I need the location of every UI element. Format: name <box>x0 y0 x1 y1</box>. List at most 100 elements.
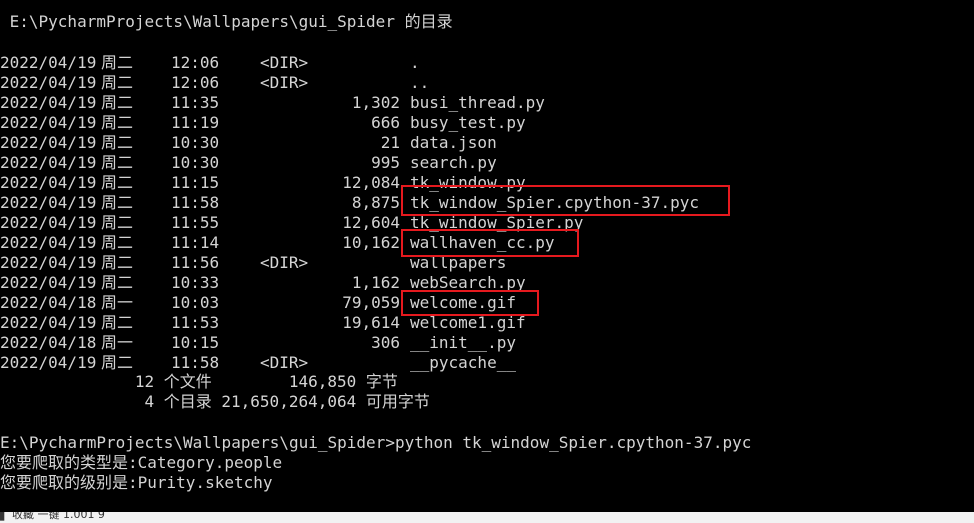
entry-time: 10:30 <box>171 133 220 152</box>
entry-size: 10,162 <box>342 233 400 252</box>
entry-size: 12,604 <box>342 213 400 232</box>
entry-name: webSearch.py <box>410 273 526 292</box>
listing-row: 2022/04/19 周二 11:53 19,614 welcome1.gif <box>0 313 974 333</box>
listing-row: 2022/04/19 周二 11:58 <DIR> __pycache__ <box>0 353 974 373</box>
entry-weekday: 周二 <box>101 193 134 212</box>
command-line[interactable]: E:\PycharmProjects\Wallpapers\gui_Spider… <box>0 433 751 453</box>
entry-dir-tag: <DIR> <box>260 53 309 72</box>
entry-weekday: 周二 <box>101 233 134 252</box>
entry-name: search.py <box>410 153 497 172</box>
entry-date: 2022/04/19 <box>0 213 97 232</box>
entry-name: .. <box>410 73 430 92</box>
entry-date: 2022/04/19 <box>0 173 97 192</box>
listing-row: 2022/04/19 周二 11:56 <DIR> wallpapers <box>0 253 974 273</box>
entry-name: data.json <box>410 133 497 152</box>
command-prompt-console[interactable]: E:\PycharmProjects\Wallpapers\gui_Spider… <box>0 0 974 512</box>
entry-size: 12,084 <box>342 173 400 192</box>
entry-time: 11:15 <box>171 173 220 192</box>
listing-row: 2022/04/19 周二 11:35 1,302 busi_thread.py <box>0 93 974 113</box>
entry-size: 1,302 <box>351 93 400 112</box>
entry-weekday: 周二 <box>101 313 134 332</box>
entry-name: welcome.gif <box>410 293 516 312</box>
listing-row: 2022/04/19 周二 12:06 <DIR>. <box>0 53 974 73</box>
entry-name: busi_thread.py <box>410 93 545 112</box>
entry-time: 11:53 <box>171 313 220 332</box>
entry-name: wallpapers <box>410 253 507 272</box>
entry-date: 2022/04/19 <box>0 313 97 332</box>
entry-time: 10:15 <box>171 333 220 352</box>
entry-size: 1,162 <box>351 273 400 292</box>
entry-time: 11:58 <box>171 193 220 212</box>
entry-time: 11:14 <box>171 233 220 252</box>
entry-date: 2022/04/18 <box>0 333 97 352</box>
output-category-line: 您要爬取的类型是:Category.people <box>0 453 283 472</box>
entry-date: 2022/04/18 <box>0 293 97 312</box>
entry-weekday: 周二 <box>101 173 134 192</box>
entry-time: 11:55 <box>171 213 220 232</box>
entry-time: 11:56 <box>171 253 220 272</box>
entry-size: 8,875 <box>351 193 400 212</box>
entry-time: 10:33 <box>171 273 220 292</box>
listing-row: 2022/04/19 周二 10:30 995 search.py <box>0 153 974 173</box>
listing-row: 2022/04/19 周二 11:14 10,162 wallhaven_cc.py <box>0 233 974 253</box>
entry-time: 12:06 <box>171 53 220 72</box>
output-purity-line: 您要爬取的级别是:Purity.sketchy <box>0 473 273 492</box>
listing-row: 2022/04/19 周二 11:55 12,604 tk_window_Spier.p… <box>0 213 974 233</box>
entry-date: 2022/04/19 <box>0 113 97 132</box>
entry-weekday: 周二 <box>101 213 134 232</box>
entry-size: 306 <box>371 333 400 352</box>
entry-weekday: 周一 <box>101 293 134 312</box>
entry-size: 666 <box>371 113 400 132</box>
entry-date: 2022/04/19 <box>0 273 97 292</box>
entry-date: 2022/04/19 <box>0 193 97 212</box>
entry-name: tk_window_Spier.py <box>410 213 584 232</box>
listing-row: 2022/04/19 周二 11:19 666 busy_test.py <box>0 113 974 133</box>
entry-name: tk_window_Spier.cpython-37.pyc <box>410 193 699 212</box>
entry-weekday: 周二 <box>101 93 134 112</box>
entry-weekday: 周二 <box>101 153 134 172</box>
entry-weekday: 周一 <box>101 333 134 352</box>
entry-name: wallhaven_cc.py <box>410 233 555 252</box>
entry-date: 2022/04/19 <box>0 353 97 372</box>
entry-weekday: 周二 <box>101 113 134 132</box>
entry-dir-tag: <DIR> <box>260 353 309 372</box>
entry-weekday: 周二 <box>101 53 134 72</box>
entry-date: 2022/04/19 <box>0 53 97 72</box>
entry-name: . <box>410 53 420 72</box>
entry-size: 995 <box>371 153 400 172</box>
entry-name: welcome1.gif <box>410 313 526 332</box>
entry-name: tk_window.py <box>410 173 526 192</box>
entry-weekday: 周二 <box>101 73 134 92</box>
entry-time: 11:58 <box>171 353 220 372</box>
listing-row: 2022/04/19 周二 11:58 8,875 tk_window_Spier.cp… <box>0 193 974 213</box>
entry-date: 2022/04/19 <box>0 233 97 252</box>
entry-time: 10:03 <box>171 293 220 312</box>
entry-date: 2022/04/19 <box>0 93 97 112</box>
entry-time: 11:35 <box>171 93 220 112</box>
listing-row: 2022/04/19 周二 10:33 1,162 webSearch.py <box>0 273 974 293</box>
listing-row: 2022/04/19 周二 12:06 <DIR>.. <box>0 73 974 93</box>
taskbar-strip: ▌ 收藏 一键 1.001 9 <box>0 512 974 523</box>
entry-dir-tag: <DIR> <box>260 253 309 272</box>
listing-row: 2022/04/19 周二 11:15 12,084 tk_window.py <box>0 173 974 193</box>
entry-time: 11:19 <box>171 113 220 132</box>
taskbar-strip-text: ▌ 收藏 一键 1.001 9 <box>0 512 105 521</box>
entry-weekday: 周二 <box>101 133 134 152</box>
summary-dirs-line: 4 个目录 21,650,264,064 可用字节 <box>0 392 430 411</box>
listing-row: 2022/04/18 周一 10:03 79,059 welcome.gif <box>0 293 974 313</box>
summary-files-line: 12 个文件 146,850 字节 <box>0 372 398 391</box>
directory-title: E:\PycharmProjects\Wallpapers\gui_Spider… <box>0 12 453 31</box>
listing-row: 2022/04/19 周二 10:30 21 data.json <box>0 133 974 153</box>
entry-size: 79,059 <box>342 293 400 312</box>
entry-time: 10:30 <box>171 153 220 172</box>
entry-weekday: 周二 <box>101 253 134 272</box>
entry-size: 21 <box>380 133 400 152</box>
entry-date: 2022/04/19 <box>0 253 97 272</box>
entry-size: 19,614 <box>342 313 400 332</box>
entry-name: __pycache__ <box>410 353 516 372</box>
entry-time: 12:06 <box>171 73 220 92</box>
entry-dir-tag: <DIR> <box>260 73 309 92</box>
entry-weekday: 周二 <box>101 353 134 372</box>
entry-date: 2022/04/19 <box>0 153 97 172</box>
entry-date: 2022/04/19 <box>0 73 97 92</box>
